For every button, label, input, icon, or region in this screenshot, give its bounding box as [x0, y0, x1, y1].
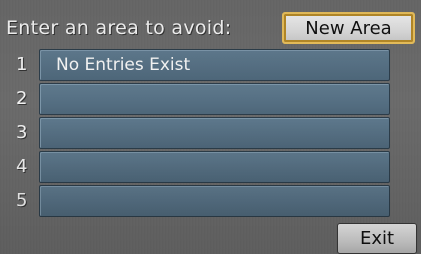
exit-button[interactable]: Exit [337, 223, 417, 254]
list-row-5: 5 [0, 185, 421, 217]
list-item[interactable] [39, 151, 390, 183]
avoid-area-screen: Enter an area to avoid: New Area 1 No En… [0, 0, 421, 254]
list-row-2: 2 [0, 83, 421, 115]
list-row-1: 1 No Entries Exist [0, 49, 421, 81]
row-number: 5 [16, 190, 28, 211]
page-title: Enter an area to avoid: [6, 17, 232, 39]
row-number: 3 [16, 122, 28, 143]
row-number: 4 [16, 156, 28, 177]
list-row-4: 4 [0, 151, 421, 183]
row-number: 1 [16, 54, 28, 75]
list-row-3: 3 [0, 117, 421, 149]
row-number: 2 [16, 88, 28, 109]
list-item[interactable] [39, 185, 390, 217]
list-item[interactable] [39, 83, 390, 115]
list-item[interactable]: No Entries Exist [39, 49, 390, 81]
new-area-button[interactable]: New Area [282, 12, 415, 44]
list-item[interactable] [39, 117, 390, 149]
